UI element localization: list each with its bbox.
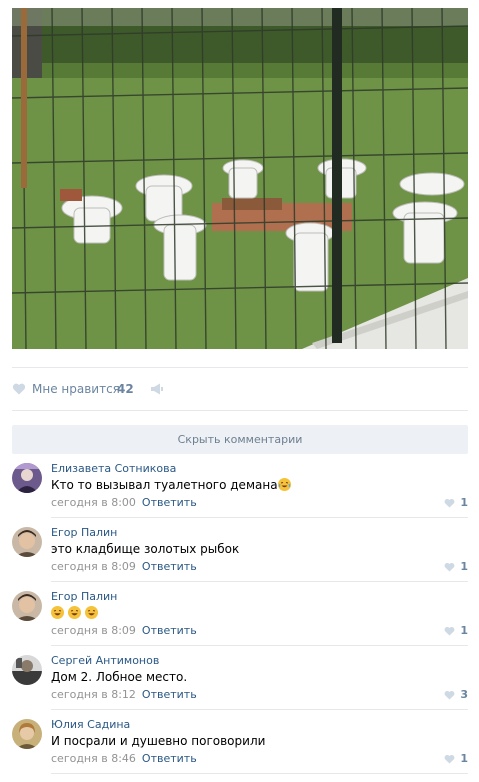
- heart-icon: [444, 690, 455, 700]
- grin-emoji-icon: [51, 606, 64, 619]
- comment-text: [51, 606, 98, 620]
- avatar-image: [12, 591, 42, 621]
- comment-like-count: 1: [460, 496, 468, 509]
- comment-time[interactable]: сегодня в 8:09: [51, 560, 136, 573]
- heart-icon: [444, 626, 455, 636]
- comment-like[interactable]: 1: [444, 624, 468, 638]
- reply-link[interactable]: Ответить: [142, 752, 197, 765]
- avatar[interactable]: [12, 719, 42, 749]
- heart-icon[interactable]: [12, 382, 26, 396]
- divider: [51, 581, 468, 582]
- divider: [51, 517, 468, 518]
- comment-text: И посрали и душевно поговорили: [51, 734, 266, 748]
- avatar-image: [12, 719, 42, 749]
- comment-like-count: 1: [460, 752, 468, 765]
- divider: [51, 773, 468, 774]
- avatar-image: [12, 655, 42, 685]
- comment-like[interactable]: 1: [444, 496, 468, 510]
- laughing-tears-emoji-icon: [277, 478, 291, 491]
- hide-comments-button[interactable]: Скрыть комментарии: [12, 425, 468, 454]
- comment-time[interactable]: сегодня в 8:00: [51, 496, 136, 509]
- reply-link[interactable]: Ответить: [142, 624, 197, 637]
- comment-like[interactable]: 1: [444, 752, 468, 766]
- comment-author[interactable]: Юлия Садина: [51, 718, 130, 731]
- comment-author[interactable]: Егор Палин: [51, 526, 117, 539]
- divider: [51, 709, 468, 710]
- reply-link[interactable]: Ответить: [142, 496, 197, 509]
- hide-comments-label: Скрыть комментарии: [177, 433, 303, 446]
- comment-author[interactable]: Елизавета Сотникова: [51, 462, 176, 475]
- comment-author[interactable]: Егор Палин: [51, 590, 117, 603]
- avatar-image: [12, 527, 42, 557]
- comment-like-count: 1: [460, 624, 468, 637]
- comment-like[interactable]: 3: [444, 688, 468, 702]
- comment-meta: сегодня в 8:09 Ответить: [51, 560, 197, 573]
- reply-link[interactable]: Ответить: [142, 688, 197, 701]
- like-count[interactable]: 42: [117, 382, 134, 396]
- post-photo[interactable]: [12, 8, 468, 349]
- divider: [12, 410, 468, 411]
- reply-link[interactable]: Ответить: [142, 560, 197, 573]
- grin-emoji-icon: [67, 606, 81, 619]
- avatar[interactable]: [12, 591, 42, 621]
- comment-time[interactable]: сегодня в 8:46: [51, 752, 136, 765]
- heart-icon: [444, 562, 455, 572]
- heart-icon: [444, 498, 455, 508]
- comment-like-count: 1: [460, 560, 468, 573]
- comment-meta: сегодня в 8:12 Ответить: [51, 688, 197, 701]
- grin-emoji-icon: [84, 606, 98, 619]
- comment-meta: сегодня в 8:46 Ответить: [51, 752, 197, 765]
- divider: [12, 367, 468, 368]
- comment-like-count: 3: [460, 688, 468, 701]
- comment-author[interactable]: Сергей Антимонов: [51, 654, 159, 667]
- comment-meta: сегодня в 8:00 Ответить: [51, 496, 197, 509]
- post-photo-illustration: [12, 8, 468, 349]
- avatar[interactable]: [12, 655, 42, 685]
- avatar[interactable]: [12, 463, 42, 493]
- comment-like[interactable]: 1: [444, 560, 468, 574]
- like-button-label[interactable]: Мне нравится: [32, 382, 120, 396]
- heart-icon: [444, 754, 455, 764]
- comment-text: Дом 2. Лобное место.: [51, 670, 188, 684]
- avatar-image: [12, 463, 42, 493]
- comment-text-content: Кто то вызывал туалетного демана: [51, 478, 278, 492]
- post-actions: Мне нравится 42: [12, 380, 468, 400]
- comment-time[interactable]: сегодня в 8:09: [51, 624, 136, 637]
- comment-meta: сегодня в 8:09 Ответить: [51, 624, 197, 637]
- comment-time[interactable]: сегодня в 8:12: [51, 688, 136, 701]
- comment-text: Кто то вызывал туалетного демана: [51, 478, 291, 492]
- divider: [51, 645, 468, 646]
- share-megaphone-icon[interactable]: [150, 382, 164, 396]
- avatar[interactable]: [12, 527, 42, 557]
- comment-text: это кладбище золотых рыбок: [51, 542, 240, 556]
